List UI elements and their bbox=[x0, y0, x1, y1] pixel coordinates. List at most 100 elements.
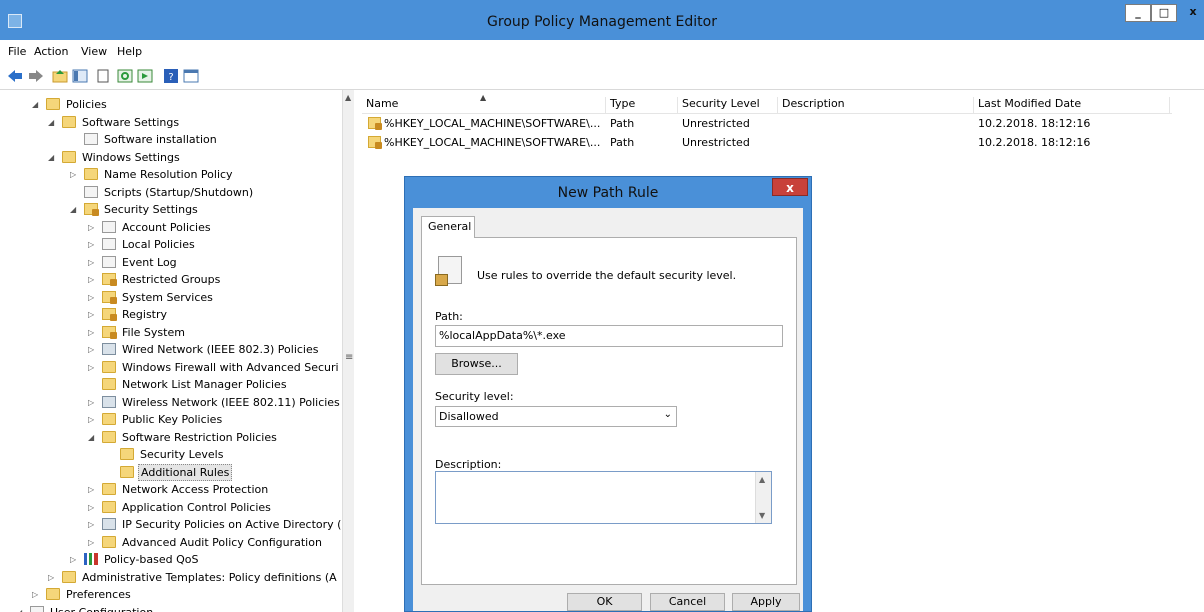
expand-arrow-icon[interactable]: ▷ bbox=[88, 411, 98, 428]
tree-item[interactable]: ▷ Registry bbox=[0, 306, 345, 323]
tree-item[interactable]: ▷ Administrative Templates: Policy defini… bbox=[0, 569, 345, 586]
expand-arrow-icon[interactable]: ▷ bbox=[88, 394, 98, 411]
tree-item[interactable]: Network List Manager Policies bbox=[0, 376, 345, 393]
expand-arrow-icon[interactable]: ▷ bbox=[88, 324, 98, 341]
tab-general[interactable]: General bbox=[421, 216, 475, 238]
expand-arrow-icon[interactable]: ▷ bbox=[70, 551, 80, 568]
expand-arrow-icon[interactable]: ▷ bbox=[70, 166, 80, 183]
tree-item[interactable]: ▷ Preferences bbox=[0, 586, 345, 603]
folder-icon bbox=[102, 378, 116, 390]
minimize-button[interactable]: _ bbox=[1125, 4, 1151, 22]
table-row[interactable]: %HKEY_LOCAL_MACHINE\SOFTWARE\... Path Un… bbox=[362, 133, 1172, 151]
tree-item[interactable]: ▷ Network Access Protection bbox=[0, 481, 345, 498]
tree-item[interactable]: ▷ Wired Network (IEEE 802.3) Policies bbox=[0, 341, 345, 358]
dialog-close-button[interactable]: x bbox=[772, 178, 808, 196]
expand-arrow-icon[interactable]: ▷ bbox=[88, 236, 98, 253]
export-list-icon[interactable] bbox=[137, 69, 153, 83]
tree-item[interactable]: ▷ Restricted Groups bbox=[0, 271, 345, 288]
expand-arrow-icon[interactable]: ▷ bbox=[88, 271, 98, 288]
tree-item[interactable]: ◢ User Configuration bbox=[0, 604, 345, 612]
expand-arrow-icon[interactable]: ▷ bbox=[88, 341, 98, 358]
scroll-grip-icon[interactable]: ≡ bbox=[345, 352, 353, 363]
collapse-arrow-icon[interactable]: ◢ bbox=[88, 429, 98, 446]
tree-item-label: Scripts (Startup/Shutdown) bbox=[104, 185, 254, 199]
properties-icon[interactable] bbox=[183, 69, 199, 83]
tree-item[interactable]: Additional Rules bbox=[0, 463, 345, 481]
description-scrollbar[interactable]: ▲ ▼ bbox=[755, 472, 771, 523]
tree-item[interactable]: ▷ Event Log bbox=[0, 254, 345, 271]
tree-item[interactable]: ▷ System Services bbox=[0, 289, 345, 306]
tree-item[interactable]: ▷ Local Policies bbox=[0, 236, 345, 253]
tree-item[interactable]: ▷ Name Resolution Policy bbox=[0, 166, 345, 183]
ok-button[interactable]: OK bbox=[567, 593, 642, 611]
network-icon bbox=[102, 343, 116, 355]
tree-item[interactable]: Security Levels bbox=[0, 446, 345, 463]
column-description[interactable]: Description bbox=[778, 97, 974, 114]
up-folder-icon[interactable] bbox=[52, 69, 68, 83]
expand-arrow-icon[interactable]: ▷ bbox=[88, 499, 98, 516]
expand-arrow-icon[interactable]: ▷ bbox=[88, 481, 98, 498]
expand-arrow-icon[interactable]: ▷ bbox=[88, 289, 98, 306]
expand-arrow-icon[interactable]: ▷ bbox=[88, 516, 98, 533]
expand-arrow-icon[interactable]: ▷ bbox=[88, 359, 98, 376]
menu-help[interactable]: Help bbox=[117, 45, 142, 58]
expand-arrow-icon[interactable]: ▷ bbox=[32, 586, 42, 603]
expand-arrow-icon[interactable]: ▷ bbox=[88, 219, 98, 236]
tree-item[interactable]: ▷ Policy-based QoS bbox=[0, 551, 345, 568]
cancel-button[interactable]: Cancel bbox=[650, 593, 725, 611]
collapse-arrow-icon[interactable]: ◢ bbox=[48, 114, 58, 131]
tree-item[interactable]: ◢ Policies bbox=[0, 96, 345, 113]
expand-arrow-icon[interactable]: ▷ bbox=[88, 306, 98, 323]
tree-item[interactable]: ◢ Security Settings bbox=[0, 201, 345, 218]
expand-arrow-icon[interactable]: ▷ bbox=[88, 254, 98, 271]
description-textarea[interactable]: ▲ ▼ bbox=[435, 471, 772, 524]
collapse-arrow-icon[interactable]: ◢ bbox=[48, 149, 58, 166]
apply-button[interactable]: Apply bbox=[732, 593, 800, 611]
tree-item[interactable]: Software installation bbox=[0, 131, 345, 148]
close-window-button[interactable]: x bbox=[1180, 4, 1204, 22]
collapse-arrow-icon[interactable]: ◢ bbox=[32, 96, 42, 113]
back-icon[interactable] bbox=[7, 69, 23, 83]
tree-item[interactable]: ◢ Software Settings bbox=[0, 114, 345, 131]
scroll-up-icon[interactable]: ▲ bbox=[345, 93, 351, 102]
forward-icon[interactable] bbox=[28, 69, 44, 83]
maximize-button[interactable]: □ bbox=[1151, 4, 1177, 22]
row-modified: 10.2.2018. 18:12:16 bbox=[978, 117, 1091, 130]
tree-item[interactable]: ▷ File System bbox=[0, 324, 345, 341]
row-security-level: Unrestricted bbox=[682, 136, 750, 149]
refresh-icon[interactable] bbox=[117, 69, 133, 83]
tree-scrollbar[interactable]: ▲ ≡ bbox=[342, 90, 354, 612]
tree-item[interactable]: ▷ IP Security Policies on Active Director… bbox=[0, 516, 345, 533]
tree-item[interactable]: ◢ Software Restriction Policies bbox=[0, 429, 345, 446]
tree-item[interactable]: ◢ Windows Settings bbox=[0, 149, 345, 166]
help-icon[interactable]: ? bbox=[163, 69, 179, 83]
tree-item[interactable]: Scripts (Startup/Shutdown) bbox=[0, 184, 345, 201]
show-hide-tree-icon[interactable] bbox=[72, 69, 88, 83]
scroll-down-icon[interactable]: ▼ bbox=[759, 511, 765, 520]
menu-view[interactable]: View bbox=[81, 45, 107, 58]
menu-action[interactable]: Action bbox=[34, 45, 68, 58]
column-last-modified[interactable]: Last Modified Date bbox=[974, 97, 1170, 114]
expand-arrow-icon[interactable]: ▷ bbox=[48, 569, 58, 586]
security-level-select[interactable]: Disallowed ⌄ bbox=[435, 406, 677, 427]
path-rule-icon bbox=[368, 117, 382, 130]
console-tree[interactable]: ◢ Policies ◢ Software Settings Software inst… bbox=[0, 90, 354, 612]
tree-item[interactable]: ▷ Windows Firewall with Advanced Securi bbox=[0, 359, 345, 376]
menu-file[interactable]: File bbox=[8, 45, 26, 58]
tree-item[interactable]: ▷ Public Key Policies bbox=[0, 411, 345, 428]
collapse-arrow-icon[interactable]: ◢ bbox=[16, 604, 26, 612]
tree-item[interactable]: ▷ Wireless Network (IEEE 802.11) Policies bbox=[0, 394, 345, 411]
table-row[interactable]: %HKEY_LOCAL_MACHINE\SOFTWARE\... Path Un… bbox=[362, 114, 1172, 132]
scroll-up-icon[interactable]: ▲ bbox=[759, 475, 765, 484]
column-type[interactable]: Type bbox=[606, 97, 678, 114]
folder-icon bbox=[62, 115, 76, 128]
column-security-level[interactable]: Security Level bbox=[678, 97, 778, 114]
tree-item[interactable]: ▷ Application Control Policies bbox=[0, 499, 345, 516]
path-input[interactable]: %localAppData%\*.exe bbox=[435, 325, 783, 347]
tree-item[interactable]: ▷ Advanced Audit Policy Configuration bbox=[0, 534, 345, 551]
tree-item[interactable]: ▷ Account Policies bbox=[0, 219, 345, 236]
collapse-arrow-icon[interactable]: ◢ bbox=[70, 201, 80, 218]
clipboard-icon[interactable] bbox=[95, 69, 111, 83]
expand-arrow-icon[interactable]: ▷ bbox=[88, 534, 98, 551]
browse-button[interactable]: Browse... bbox=[435, 353, 518, 375]
